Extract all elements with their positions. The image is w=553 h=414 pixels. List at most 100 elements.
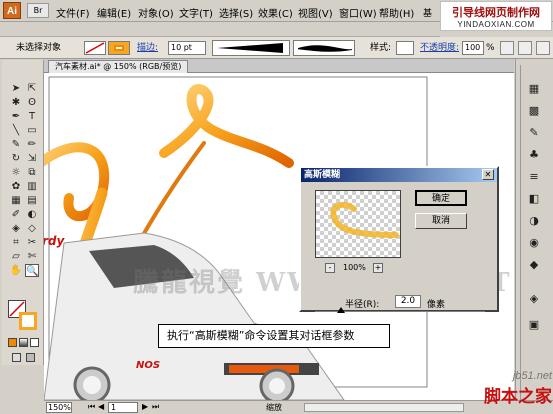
- free-transform-tool-icon[interactable]: ⧉: [25, 166, 39, 179]
- zoom-in-button[interactable]: +: [373, 263, 383, 273]
- slice-tool-icon[interactable]: ✂: [25, 236, 39, 249]
- style-swatch[interactable]: [396, 41, 414, 55]
- blend-tool-icon[interactable]: ◐: [25, 208, 39, 221]
- selection-tool-icon[interactable]: ➤: [9, 82, 23, 95]
- site-badge: 引导线网页制作网 YINDAOXIAN.COM: [440, 1, 552, 31]
- radius-label: 半径(R):: [345, 300, 380, 310]
- menu-file[interactable]: 文件(F): [56, 5, 90, 20]
- status-mode[interactable]: 缩放: [266, 402, 282, 413]
- brush-definition[interactable]: [212, 40, 290, 56]
- menu-edit[interactable]: 编辑(E): [97, 5, 131, 20]
- swatches-panel-icon[interactable]: ▩: [524, 103, 544, 119]
- last-page-icon[interactable]: ⏭: [152, 402, 159, 412]
- scissors-tool-icon[interactable]: ✄: [25, 250, 39, 263]
- graphic-styles-panel-icon[interactable]: ◆: [524, 257, 544, 273]
- eraser-tool-icon[interactable]: ▱: [9, 250, 23, 263]
- first-page-icon[interactable]: ⏮: [88, 402, 95, 412]
- dialog-title: 高斯模糊 ✕: [301, 168, 497, 182]
- menu-window[interactable]: 窗口(W): [339, 5, 377, 20]
- illustrator-logo: Ai: [3, 2, 21, 19]
- appearance-panel-icon[interactable]: ◉: [524, 235, 544, 251]
- opacity-unit: %: [486, 43, 495, 53]
- fill-swatch[interactable]: [84, 41, 106, 55]
- panel-menu-icon[interactable]: [536, 41, 550, 55]
- next-page-icon[interactable]: ▶: [142, 402, 148, 411]
- menu-type[interactable]: 文字(T): [179, 5, 213, 20]
- stroke-color-box[interactable]: [19, 312, 37, 330]
- artboards-panel-icon[interactable]: ▣: [524, 317, 544, 333]
- workspace-label[interactable]: 基: [423, 6, 432, 19]
- stroke-label[interactable]: 描边:: [137, 41, 158, 55]
- menu-view[interactable]: 视图(V): [298, 5, 333, 20]
- gradient-tool-icon[interactable]: ▤: [25, 194, 39, 207]
- horizontal-scrollbar[interactable]: [304, 403, 464, 412]
- gradient-mode-icon[interactable]: [19, 338, 28, 347]
- zoom-field[interactable]: 150%: [46, 402, 72, 413]
- line-tool-icon[interactable]: ╲: [9, 124, 23, 137]
- menu-object[interactable]: 对象(O): [138, 5, 174, 20]
- align-icon[interactable]: [518, 41, 532, 55]
- blur-preview[interactable]: [315, 190, 401, 258]
- pen-tool-icon[interactable]: ✒: [9, 110, 23, 123]
- zoom-out-button[interactable]: -: [325, 263, 335, 273]
- car-stripe: [229, 365, 299, 373]
- color-panel-icon[interactable]: ▦: [524, 81, 544, 97]
- rotate-tool-icon[interactable]: ↻: [9, 152, 23, 165]
- stroke-panel-icon[interactable]: ≡: [524, 169, 544, 185]
- site-badge-title: 引导线网页制作网: [452, 6, 540, 19]
- warp-tool-icon[interactable]: ☼: [9, 166, 23, 179]
- toolbox: ➤ ⇱ ✱ ʘ ✒ T ╲ ▭ ✎ ✏ ↻ ⇲ ☼ ⧉ ✿ ▥ ▦ ▤ ✐ ◐ …: [2, 60, 44, 365]
- radius-field[interactable]: 2.0: [395, 295, 421, 308]
- gradient-panel-icon[interactable]: ◧: [524, 191, 544, 207]
- rectangle-tool-icon[interactable]: ▭: [25, 124, 39, 137]
- mesh-tool-icon[interactable]: ▦: [9, 194, 23, 207]
- none-mode-icon[interactable]: [30, 338, 39, 347]
- brushes-panel-icon[interactable]: ✎: [524, 125, 544, 141]
- lasso-tool-icon[interactable]: ʘ: [25, 96, 39, 109]
- document-tab[interactable]: 汽车素材.ai* @ 150% (RGB/预览): [48, 60, 189, 73]
- eyedropper-tool-icon[interactable]: ✐: [9, 208, 23, 221]
- brush-preview[interactable]: [293, 40, 355, 56]
- zoom-tool-icon[interactable]: 🔍: [25, 264, 39, 277]
- stroke-swatch[interactable]: [108, 41, 130, 55]
- menu-help[interactable]: 帮助(H): [379, 5, 414, 20]
- symbol-sprayer-tool-icon[interactable]: ✿: [9, 180, 23, 193]
- cancel-button[interactable]: 取消: [415, 213, 467, 229]
- draw-normal-icon[interactable]: [12, 353, 21, 362]
- close-icon[interactable]: ✕: [482, 169, 494, 180]
- radius-slider-handle[interactable]: [337, 307, 345, 313]
- magic-wand-tool-icon[interactable]: ✱: [9, 96, 23, 109]
- opacity-label[interactable]: 不透明度:: [420, 41, 459, 55]
- menu-select[interactable]: 选择(S): [219, 5, 253, 20]
- opacity-field[interactable]: 100: [462, 41, 484, 55]
- ok-button[interactable]: 确定: [415, 190, 467, 206]
- stroke-weight-field[interactable]: 10 pt: [168, 41, 206, 55]
- color-mode-icon[interactable]: [8, 338, 17, 347]
- bridge-button[interactable]: Br: [27, 3, 49, 18]
- jb51-badge: jb51.net 脚本之家: [470, 370, 552, 413]
- instruction-caption: 执行“高斯模糊”命令设置其对话框参数: [158, 324, 390, 348]
- layers-panel-icon[interactable]: ◈: [524, 291, 544, 307]
- menu-effect[interactable]: 效果(C): [258, 5, 293, 20]
- gaussian-blur-dialog: 高斯模糊 ✕ - 100% + 确定 取消 半径(R): 2.0 像素: [299, 166, 499, 313]
- crop-tool-icon[interactable]: ⌗: [9, 236, 23, 249]
- preview-zoom: 100%: [343, 263, 366, 272]
- page-field[interactable]: 1: [108, 402, 138, 413]
- direct-selection-tool-icon[interactable]: ⇱: [25, 82, 39, 95]
- screen-mode-icon[interactable]: [26, 353, 35, 362]
- live-paint-tool-icon[interactable]: ◈: [9, 222, 23, 235]
- prev-page-icon[interactable]: ◀: [98, 402, 104, 411]
- site-badge-url: YINDAOXIAN.COM: [457, 20, 535, 29]
- graph-tool-icon[interactable]: ▥: [25, 180, 39, 193]
- live-paint-selection-icon[interactable]: ◇: [25, 222, 39, 235]
- pencil-tool-icon[interactable]: ✏: [25, 138, 39, 151]
- symbols-panel-icon[interactable]: ♣: [524, 147, 544, 163]
- orange-loop-top: [159, 84, 294, 168]
- style-label: 样式:: [370, 43, 392, 53]
- paintbrush-tool-icon[interactable]: ✎: [9, 138, 23, 151]
- scale-tool-icon[interactable]: ⇲: [25, 152, 39, 165]
- type-tool-icon[interactable]: T: [25, 110, 39, 123]
- transparency-panel-icon[interactable]: ◑: [524, 213, 544, 229]
- hand-tool-icon[interactable]: ✋: [9, 264, 23, 277]
- document-setup-icon[interactable]: [500, 41, 514, 55]
